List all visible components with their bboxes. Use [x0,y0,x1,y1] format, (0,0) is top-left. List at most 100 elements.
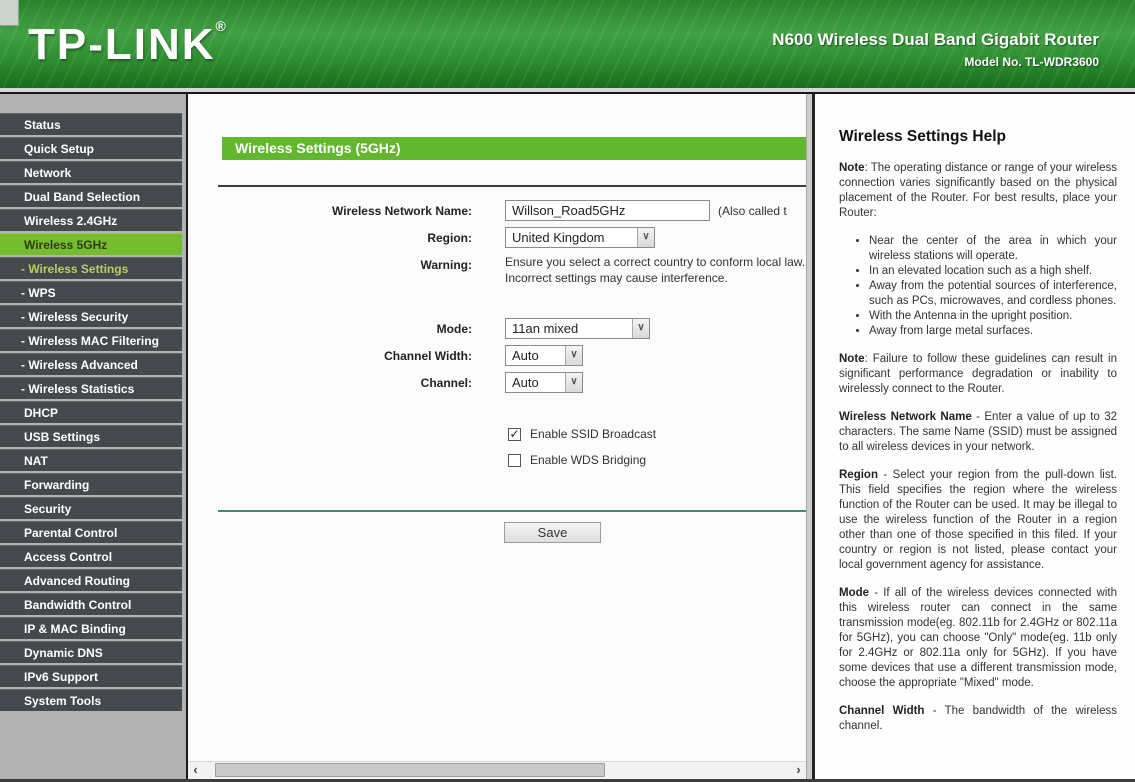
header-banner: TP-LINK® N600 Wireless Dual Band Gigabit… [0,0,1135,88]
scroll-right-icon[interactable]: › [791,761,806,779]
wireless-settings-form: Wireless Network Name: (Also called t Re… [188,200,806,543]
sidebar-item-parental-control[interactable]: Parental Control [0,521,182,543]
sidebar-item-usb-settings[interactable]: USB Settings [0,425,182,447]
help-region-text: - Select your region from the pull-down … [839,469,1117,571]
tp-link-logo: TP-LINK® [28,18,226,70]
sidebar-item-wireless-advanced[interactable]: - Wireless Advanced [0,353,182,375]
save-button[interactable]: Save [504,522,601,543]
mode-label: Mode: [436,322,472,336]
sidebar-item-access-control[interactable]: Access Control [0,545,182,567]
logo-text: TP-LINK [28,20,216,69]
list-item: Away from the potential sources of inter… [869,279,1117,309]
network-name-row: Wireless Network Name: (Also called t [188,200,806,221]
warning-line-2: Incorrect settings may cause interferenc… [505,271,728,285]
region-label: Region: [427,231,472,245]
sidebar-item-dhcp[interactable]: DHCP [0,401,182,423]
chevron-down-icon[interactable]: ∨ [565,346,582,365]
help-mode-term: Mode [839,587,870,599]
sidebar-item-wireless-24ghz[interactable]: Wireless 2.4GHz [0,209,182,231]
bottom-divider [218,510,806,512]
help-mode-text: - If all of the wireless devices connect… [839,587,1117,689]
channel-width-row: Channel Width: Auto ∨ [188,345,806,366]
warning-text: Ensure you select a correct country to c… [505,254,805,286]
channel-width-select[interactable]: Auto ∨ [505,345,583,366]
sidebar-nav: Status Quick Setup Network Dual Band Sel… [0,94,186,779]
region-row: Region: United Kingdom ∨ [188,227,806,248]
registered-trademark-icon: ® [215,18,226,34]
sidebar-item-system-tools[interactable]: System Tools [0,689,182,711]
help-title: Wireless Settings Help [839,128,1006,145]
channel-select[interactable]: Auto ∨ [505,372,583,393]
help-channel-width: Channel Width - The bandwidth of the wir… [839,704,1117,734]
ssid-broadcast-label: Enable SSID Broadcast [530,427,657,441]
sidebar-item-nat[interactable]: NAT [0,449,182,471]
enable-wds-bridging-checkbox[interactable]: ✓ [508,453,521,467]
sidebar-item-ipv6-support[interactable]: IPv6 Support [0,665,182,687]
help-network-name-term: Wireless Network Name [839,411,972,423]
sidebar-item-wireless-security[interactable]: - Wireless Security [0,305,182,327]
sidebar-item-wps[interactable]: - WPS [0,281,182,303]
sidebar-item-dynamic-dns[interactable]: Dynamic DNS [0,641,182,663]
wireless-network-name-input[interactable] [505,200,710,221]
help-mode: Mode - If all of the wireless devices co… [839,586,1117,691]
product-name: N600 Wireless Dual Band Gigabit Router [772,30,1099,49]
list-item: Away from large metal surfaces. [869,324,1117,339]
check-icon: ✓ [509,426,520,441]
help-note-1-text: : The operating distance or range of you… [839,162,1117,219]
scrollbar-thumb[interactable] [215,762,605,777]
model-number: Model No. TL-WDR3600 [964,55,1099,69]
wds-bridging-row: ✓ Enable WDS Bridging [508,453,806,467]
sidebar-item-forwarding[interactable]: Forwarding [0,473,182,495]
header-corner-box [0,0,19,26]
sidebar-item-bandwidth-control[interactable]: Bandwidth Control [0,593,182,615]
channel-width-select-value: Auto [512,348,539,363]
help-network-name: Wireless Network Name - Enter a value of… [839,410,1117,455]
wds-bridging-label: Enable WDS Bridging [530,453,647,467]
chevron-down-icon[interactable]: ∨ [565,373,582,392]
channel-select-value: Auto [512,375,539,390]
sidebar-item-ip-mac-binding[interactable]: IP & MAC Binding [0,617,182,639]
warning-label: Warning: [420,258,472,272]
help-note-1: Note: The operating distance or range of… [839,161,1117,221]
scrollbar-track[interactable] [203,762,791,779]
help-placement-list: Near the center of the area in which you… [869,234,1117,339]
scroll-left-icon[interactable]: ‹ [188,761,203,779]
horizontal-scrollbar[interactable]: ‹ › [188,761,806,779]
help-note-1-term: Note [839,162,865,174]
ssid-broadcast-row: ✓ Enable SSID Broadcast [508,427,806,441]
top-divider [218,185,806,187]
region-select-value: United Kingdom [512,230,605,245]
mode-row: Mode: 11an mixed ∨ [188,318,806,339]
sidebar-item-wireless-mac-filtering[interactable]: - Wireless MAC Filtering [0,329,182,351]
sidebar-item-quick-setup[interactable]: Quick Setup [0,137,182,159]
chevron-down-icon[interactable]: ∨ [637,228,654,247]
main-content: Wireless Settings (5GHz) Wireless Networ… [186,94,806,779]
channel-label: Channel: [420,376,472,390]
warning-row: Warning: Ensure you select a correct cou… [188,254,806,286]
mode-select[interactable]: 11an mixed ∨ [505,318,650,339]
help-note-2-term: Note [839,353,865,365]
warning-line-1: Ensure you select a correct country to c… [505,255,806,269]
region-select[interactable]: United Kingdom ∨ [505,227,655,248]
sidebar-item-advanced-routing[interactable]: Advanced Routing [0,569,182,591]
help-region-term: Region [839,469,878,481]
channel-row: Channel: Auto ∨ [188,372,806,393]
sidebar-item-network[interactable]: Network [0,161,182,183]
list-item: With the Antenna in the upright position… [869,309,1117,324]
page-title: Wireless Settings (5GHz) [222,137,806,160]
network-name-label: Wireless Network Name: [332,204,472,218]
help-panel: Wireless Settings Help Note: The operati… [812,94,1135,779]
channel-width-label: Channel Width: [384,349,472,363]
enable-ssid-broadcast-checkbox[interactable]: ✓ [508,426,521,441]
sidebar-item-wireless-statistics[interactable]: - Wireless Statistics [0,377,182,399]
sidebar-item-dual-band-selection[interactable]: Dual Band Selection [0,185,182,207]
sidebar-item-security[interactable]: Security [0,497,182,519]
sidebar-item-wireless-settings[interactable]: - Wireless Settings [0,257,182,279]
chevron-down-icon[interactable]: ∨ [632,319,649,338]
help-region: Region - Select your region from the pul… [839,468,1117,573]
sidebar-item-wireless-5ghz[interactable]: Wireless 5GHz [0,233,182,255]
mode-select-value: 11an mixed [512,321,579,336]
help-note-2-text: : Failure to follow these guidelines can… [839,353,1117,395]
sidebar-item-status[interactable]: Status [0,113,182,135]
help-channel-width-term: Channel Width [839,705,925,717]
